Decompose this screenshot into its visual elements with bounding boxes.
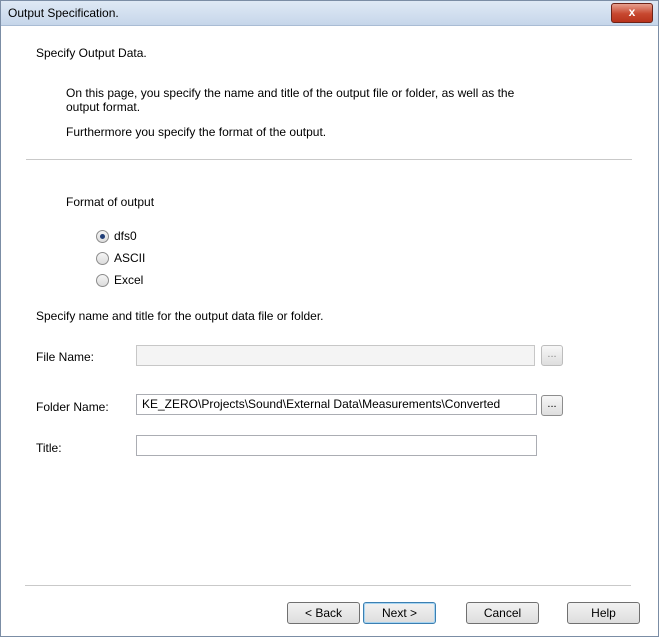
radio-excel-button[interactable] — [96, 274, 109, 287]
wizard-page: Specify Output Data. On this page, you s… — [2, 26, 657, 586]
file-name-input[interactable] — [136, 345, 535, 366]
header-divider — [26, 159, 632, 160]
description-line-2: output format. — [66, 100, 141, 114]
window-title: Output Specification. — [8, 6, 119, 20]
ellipsis-icon: ... — [547, 398, 557, 410]
file-browse-button[interactable]: ... — [541, 345, 563, 366]
description-line-1: On this page, you specify the name and t… — [66, 86, 515, 100]
folder-browse-button[interactable]: ... — [541, 395, 563, 416]
close-button[interactable]: x — [611, 3, 653, 23]
title-input[interactable] — [136, 435, 537, 456]
cancel-button[interactable]: Cancel — [466, 602, 539, 624]
description-line-3: Furthermore you specify the format of th… — [66, 125, 327, 139]
folder-name-label: Folder Name: — [36, 400, 109, 414]
output-instruction: Specify name and title for the output da… — [36, 309, 324, 323]
close-icon: x — [628, 5, 636, 19]
format-label: Format of output — [66, 195, 155, 209]
next-button[interactable]: Next > — [363, 602, 436, 624]
title-label: Title: — [36, 441, 62, 455]
radio-ascii-button[interactable] — [96, 252, 109, 265]
help-button[interactable]: Help — [567, 602, 640, 624]
radio-dfs0-label: dfs0 — [114, 229, 137, 243]
output-specification-dialog: Output Specification. x Specify Output D… — [0, 0, 659, 637]
radio-ascii-label: ASCII — [114, 251, 146, 265]
title-bar: Output Specification. x — [1, 1, 658, 26]
folder-name-input[interactable]: KE_ZERO\Projects\Sound\External Data\Mea… — [136, 394, 537, 415]
back-button[interactable]: < Back — [287, 602, 360, 624]
file-name-label: File Name: — [36, 350, 95, 364]
radio-dfs0-button[interactable] — [96, 230, 109, 243]
radio-excel-label: Excel — [114, 273, 144, 287]
page-heading: Specify Output Data. — [36, 46, 147, 60]
footer-divider — [25, 585, 631, 586]
ellipsis-icon: ... — [547, 348, 557, 360]
